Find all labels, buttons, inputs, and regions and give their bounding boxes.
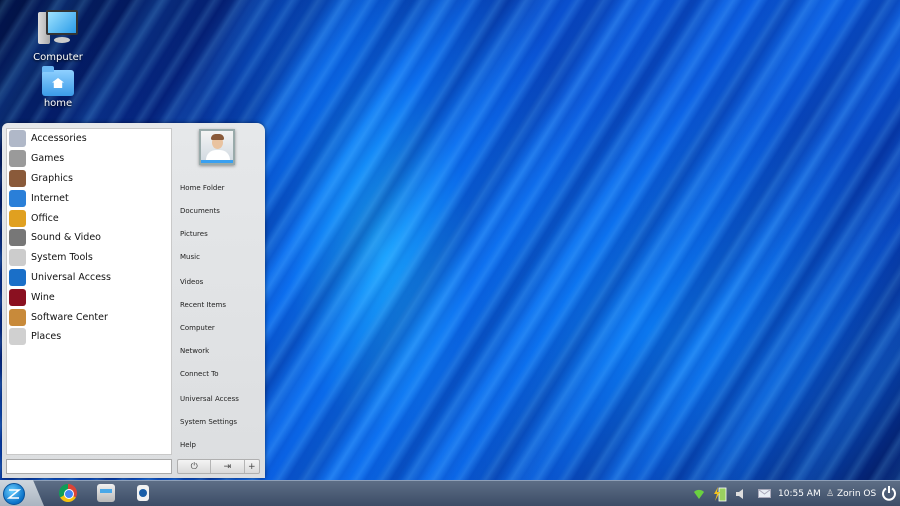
power-icon: ⏻ (190, 461, 198, 472)
session-buttons: ⏻ ⇥ + (177, 459, 260, 474)
category-list: Accessories Games Graphics Internet Office So… (6, 128, 172, 455)
place-computer[interactable]: Computer (180, 324, 215, 332)
software-center-icon (9, 308, 26, 326)
category-label: Games (31, 153, 65, 165)
office-icon (9, 209, 26, 227)
plus-icon: + (247, 461, 256, 472)
category-label: Universal Access (31, 271, 111, 283)
volume-icon[interactable] (735, 488, 747, 500)
home-folder-icon (34, 64, 82, 96)
place-pictures[interactable]: Pictures (180, 230, 208, 238)
desktop-icon-computer[interactable]: Computer (23, 10, 93, 63)
menu-category-accessories[interactable]: Accessories (7, 129, 171, 149)
menu-category-graphics[interactable]: Graphics (7, 169, 171, 189)
desktop-icon-home[interactable]: home (23, 64, 93, 109)
search-input[interactable] (6, 459, 172, 474)
menu-category-universal-access[interactable]: Universal Access (7, 268, 171, 288)
wifi-icon[interactable] (693, 488, 705, 500)
terminal-launcher[interactable] (137, 485, 149, 501)
menu-category-system-tools[interactable]: System Tools (7, 248, 171, 268)
computer-icon (34, 10, 82, 50)
user-icon: ♙ (826, 489, 835, 499)
user-name: Zorin OS (836, 489, 877, 499)
category-label: Office (31, 212, 59, 224)
category-label: Wine (31, 291, 55, 303)
category-label: System Tools (31, 252, 93, 264)
wine-icon (9, 288, 26, 306)
zorin-logo-icon (7, 489, 21, 499)
menu-category-internet[interactable]: Internet (7, 188, 171, 208)
graphics-icon (9, 169, 26, 187)
place-system-settings[interactable]: System Settings (180, 418, 237, 426)
user-menu[interactable]: ♙ Zorin OS (826, 489, 876, 499)
category-label: Sound & Video (31, 232, 101, 244)
menu-category-office[interactable]: Office (7, 208, 171, 228)
accessories-icon (9, 130, 26, 148)
menu-category-games[interactable]: Games (7, 149, 171, 169)
power-icon[interactable] (881, 485, 897, 501)
place-network[interactable]: Network (180, 347, 209, 355)
battery-icon[interactable] (713, 486, 727, 502)
more-button[interactable]: + (245, 460, 260, 473)
internet-icon (9, 189, 26, 207)
category-label: Internet (31, 192, 69, 204)
menu-category-sound-video[interactable]: Sound & Video (7, 228, 171, 248)
desktop-icon-label: Computer (33, 52, 83, 63)
place-connect-to[interactable]: Connect To (180, 370, 219, 378)
shutdown-button[interactable]: ⏻ (178, 460, 212, 473)
chrome-launcher[interactable] (59, 484, 77, 502)
menu-category-places[interactable]: Places (7, 327, 171, 347)
files-launcher[interactable] (97, 484, 115, 502)
place-recent-items[interactable]: Recent Items (180, 301, 226, 309)
user-avatar[interactable] (199, 129, 235, 165)
clock[interactable]: 10:55 AM (778, 489, 821, 499)
category-label: Accessories (31, 133, 87, 145)
place-music[interactable]: Music (180, 253, 200, 261)
place-documents[interactable]: Documents (180, 207, 220, 215)
menu-category-software-center[interactable]: Software Center (7, 307, 171, 327)
sound-video-icon (9, 229, 26, 247)
menu-category-wine[interactable]: Wine (7, 287, 171, 307)
places-list: Home Folder Documents Pictures Music Videos R… (174, 123, 264, 453)
place-videos[interactable]: Videos (180, 278, 203, 286)
logout-icon: ⇥ (223, 461, 232, 472)
place-universal-access[interactable]: Universal Access (180, 395, 239, 403)
games-icon (9, 150, 26, 168)
system-tools-icon (9, 249, 26, 267)
place-help[interactable]: Help (180, 441, 196, 449)
start-menu: Accessories Games Graphics Internet Office So… (2, 123, 265, 478)
category-label: Places (31, 331, 62, 343)
category-label: Graphics (31, 172, 73, 184)
places-icon (9, 328, 26, 346)
category-label: Software Center (31, 311, 108, 323)
universal-access-icon (9, 268, 26, 286)
logout-button[interactable]: ⇥ (211, 460, 245, 473)
desktop-icon-label: home (43, 98, 73, 109)
place-home-folder[interactable]: Home Folder (180, 184, 225, 192)
zorin-menu-button[interactable] (3, 483, 25, 505)
mail-icon[interactable] (758, 489, 771, 498)
